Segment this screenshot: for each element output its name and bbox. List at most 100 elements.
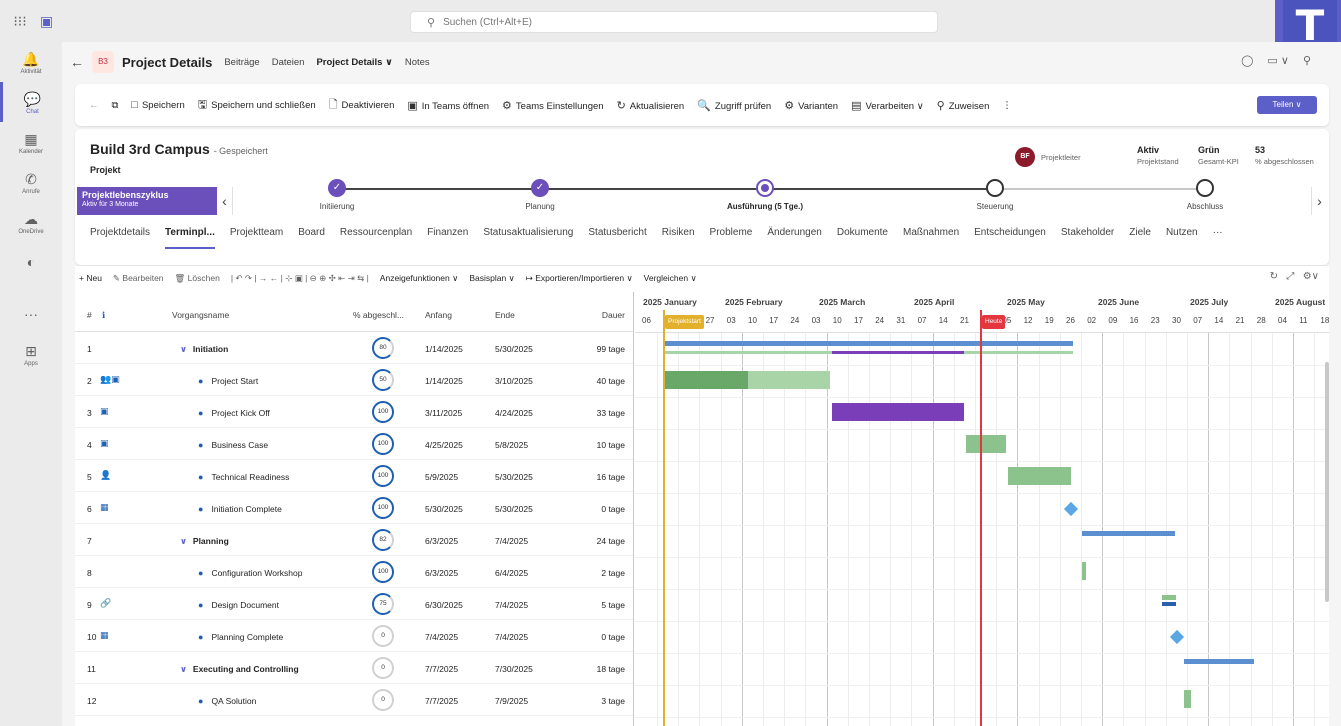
tab-beitraege[interactable]: Beiträge xyxy=(224,57,259,68)
gantt-milestone[interactable] xyxy=(1169,629,1185,645)
table-row[interactable]: 1 ∨ Initiation 80 1/14/2025 5/30/2025 99 tage xyxy=(75,332,633,364)
chevron-down-icon[interactable]: ∨ xyxy=(180,344,187,354)
grid-tool-3[interactable]: | ↶ ↷ | → ← | ⊹ ▣ | ⊖ ⊕ ✣ ⇤ ⇥ ⇆ | xyxy=(231,273,369,284)
chevron-right-icon[interactable]: › xyxy=(1311,187,1327,215)
chevron-left-icon[interactable]: ‹ xyxy=(217,187,233,215)
chevron-down-icon[interactable]: ∨ xyxy=(180,536,187,546)
project-tab-7[interactable]: Statusbericht xyxy=(588,227,646,249)
gantt-bar[interactable] xyxy=(665,371,748,389)
table-row[interactable]: 3 ▣ ● Project Kick Off 100 3/11/2025 4/24/2025… xyxy=(75,396,633,428)
stage-0[interactable]: ✓ Initiierung xyxy=(287,179,387,211)
refresh-icon[interactable]: ↻ xyxy=(1270,271,1278,282)
table-row[interactable]: 11 ∨ Executing and Controlling 0 7/7/2025 7/3… xyxy=(75,652,633,684)
chat-bubble-icon[interactable]: ◯ xyxy=(1241,54,1253,67)
col-end[interactable]: Ende xyxy=(495,310,515,320)
rail-item-chat[interactable]: 💬 Chat xyxy=(0,82,62,122)
rail-item-app[interactable]: ◐ xyxy=(0,242,62,282)
project-owner[interactable]: BF Projektleiter xyxy=(1015,147,1081,167)
grid-tool-7[interactable]: Vergleichen ∨ xyxy=(644,273,697,284)
popout-icon[interactable]: ⧉ xyxy=(112,100,119,111)
task-name[interactable]: ● Planning Complete xyxy=(198,632,283,642)
splitter[interactable] xyxy=(633,292,634,726)
grid-tool-4[interactable]: Anzeigefunktionen ∨ xyxy=(380,273,459,284)
table-row[interactable]: 2 👥▣ ● Project Start 50 1/14/2025 3/10/2025 40 … xyxy=(75,364,633,396)
gantt-bar[interactable] xyxy=(1162,602,1176,606)
project-tab-2[interactable]: Projektteam xyxy=(230,227,283,249)
project-tab-16[interactable]: Nutzen xyxy=(1166,227,1198,249)
search-icon[interactable]: ⚲ xyxy=(1303,54,1311,67)
col-percent[interactable]: % abgeschl... xyxy=(353,310,404,320)
cmd-zuweisen[interactable]: ⚲ Zuweisen xyxy=(937,99,990,112)
gantt-bar[interactable] xyxy=(1082,562,1086,580)
project-tab-14[interactable]: Stakeholder xyxy=(1061,227,1114,249)
grid-tool-1[interactable]: ✎ Bearbeiten xyxy=(113,273,164,284)
back-icon[interactable]: ← xyxy=(89,100,99,111)
stage-4[interactable]: Abschluss xyxy=(1155,179,1255,211)
col-start[interactable]: Anfang xyxy=(425,310,452,320)
project-tab-3[interactable]: Board xyxy=(298,227,325,249)
rail-item-anrufe[interactable]: ✆ Anrufe xyxy=(0,162,62,202)
gantt-milestone[interactable] xyxy=(1063,501,1079,517)
gantt-bar[interactable] xyxy=(1082,531,1175,536)
col-name[interactable]: Vorgangsname xyxy=(172,310,229,320)
col-duration[interactable]: Dauer xyxy=(602,310,625,320)
task-name[interactable]: ● Business Case xyxy=(198,440,268,450)
tab-dateien[interactable]: Dateien xyxy=(272,57,305,68)
table-row[interactable]: 7 ∨ Planning 82 6/3/2025 7/4/2025 24 tage xyxy=(75,524,633,556)
settings-icon[interactable]: ⚙∨ xyxy=(1303,271,1319,282)
more-commands-icon[interactable]: ⋮ xyxy=(1002,100,1012,111)
table-row[interactable]: 5 👤 ● Technical Readiness 100 5/9/2025 5/30/20… xyxy=(75,460,633,492)
rail-item-apps[interactable]: ⊞ Apps xyxy=(0,334,62,374)
gantt-bar[interactable] xyxy=(832,403,964,421)
rail-item-more[interactable]: ··· xyxy=(0,294,62,334)
project-tab-13[interactable]: Entscheidungen xyxy=(974,227,1046,249)
table-row[interactable]: 12 ● QA Solution 0 7/7/2025 7/9/2025 3 tage xyxy=(75,684,633,716)
project-tab-4[interactable]: Ressourcenplan xyxy=(340,227,412,249)
grid-tool-5[interactable]: Basisplan ∨ xyxy=(469,273,514,284)
gantt-bar[interactable] xyxy=(1184,659,1254,664)
project-tab-5[interactable]: Finanzen xyxy=(427,227,468,249)
task-name[interactable]: ● Project Kick Off xyxy=(198,408,270,418)
search-input[interactable]: ⚲ Suchen (Ctrl+Alt+E) xyxy=(410,11,938,33)
stage-2[interactable]: Ausführung (5 Tge.) xyxy=(715,179,815,211)
task-name[interactable]: ● Design Document xyxy=(198,600,279,610)
cmd-in-teams-öffnen[interactable]: ▣ In Teams öffnen xyxy=(407,99,489,112)
table-row[interactable]: 9 🔗 ● Design Document 75 6/30/2025 7/4/2025 5 t… xyxy=(75,588,633,620)
video-call-icon[interactable]: ▭ ∨ xyxy=(1267,54,1289,67)
task-name[interactable]: ∨ Executing and Controlling xyxy=(180,664,299,675)
gantt-bar[interactable] xyxy=(832,351,964,354)
cmd-speichern[interactable]: □ Speichern xyxy=(131,99,184,111)
rail-item-aktivität[interactable]: 🔔 Aktivität xyxy=(0,42,62,82)
project-tab-17[interactable]: ··· xyxy=(1213,227,1223,249)
stage-1[interactable]: ✓ Planung xyxy=(490,179,590,211)
project-tab-11[interactable]: Dokumente xyxy=(837,227,888,249)
gantt-bar[interactable] xyxy=(748,371,830,389)
gantt-bar[interactable] xyxy=(1184,690,1191,708)
cmd-aktualisieren[interactable]: ↻ Aktualisieren xyxy=(617,99,685,112)
table-row[interactable]: 8 ● Configuration Workshop 100 6/3/2025 6/4/2… xyxy=(75,556,633,588)
task-name[interactable]: ● QA Solution xyxy=(198,696,256,706)
rail-item-onedrive[interactable]: ☁ OneDrive xyxy=(0,202,62,242)
chevron-down-icon[interactable]: ∨ xyxy=(180,664,187,674)
info-icon[interactable]: ℹ xyxy=(102,310,105,321)
task-name[interactable]: ● Initiation Complete xyxy=(198,504,282,514)
grid-tool-6[interactable]: ↦ Exportieren/Importieren ∨ xyxy=(526,273,633,284)
gantt-bar[interactable] xyxy=(1162,595,1176,600)
cmd-zugriff-prüfen[interactable]: 🔍 Zugriff prüfen xyxy=(697,99,771,112)
expand-icon[interactable]: ⤢ xyxy=(1286,271,1294,282)
share-button[interactable]: Teilen ∨ xyxy=(1257,96,1317,114)
task-name[interactable]: ∨ Initiation xyxy=(180,344,228,355)
cmd-deaktivieren[interactable]: 🗋 Deaktivieren xyxy=(329,96,395,115)
task-name[interactable]: ● Project Start xyxy=(198,376,258,386)
cmd-speichern-und-schließen[interactable]: 🖫 Speichern und schließen xyxy=(198,96,316,115)
project-tab-15[interactable]: Ziele xyxy=(1129,227,1151,249)
stage-3[interactable]: Steuerung xyxy=(945,179,1045,211)
project-tab-6[interactable]: Statusaktualisierung xyxy=(483,227,573,249)
project-tab-12[interactable]: Maßnahmen xyxy=(903,227,959,249)
table-row[interactable]: 10 ▦ ● Planning Complete 0 7/4/2025 7/4/2025 0 … xyxy=(75,620,633,652)
gantt-bar[interactable] xyxy=(665,341,1073,346)
task-name[interactable]: ● Technical Readiness xyxy=(198,472,289,482)
tab-project-details[interactable]: Project Details ∨ xyxy=(316,57,392,68)
lifecycle-flag[interactable]: Projektlebenszyklus Aktiv für 3 Monate xyxy=(77,187,217,215)
grid-tool-2[interactable]: 🗑 Löschen xyxy=(175,273,220,284)
